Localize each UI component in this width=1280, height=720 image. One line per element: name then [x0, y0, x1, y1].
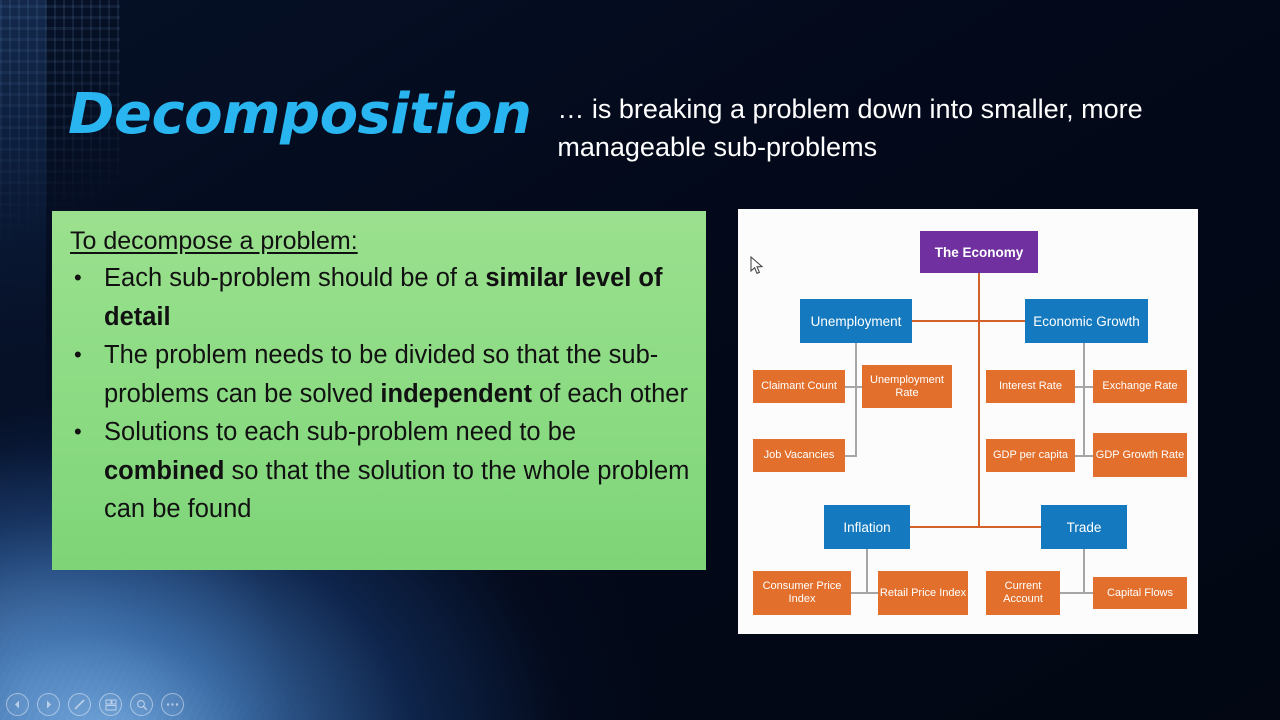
diagram-node-current-account: Current Account — [986, 571, 1060, 615]
diagram-node-consumer-price-index: Consumer Price Index — [753, 571, 851, 615]
connector-consumer-price-index — [851, 592, 868, 594]
connector-unemployment-stem — [855, 343, 857, 455]
diagram-node-label: Unemployment Rate — [870, 373, 944, 399]
content-panel: To decompose a problem: Each sub-problem… — [52, 211, 706, 570]
connector-current-account — [1060, 592, 1084, 594]
bullet-item: Each sub-problem should be of a similar … — [64, 259, 692, 336]
diagram-node-label: Unemployment — [810, 313, 902, 329]
diagram-node-interest-rate: Interest Rate — [986, 370, 1075, 403]
diagram-node-label: Interest Rate — [999, 380, 1062, 392]
bullet-item: The problem needs to be divided so that … — [64, 336, 692, 413]
diagram-node-capital-flows: Capital Flows — [1093, 577, 1187, 609]
connector-claimant-count — [845, 386, 862, 388]
presentation-slide: Decomposition … is breaking a problem do… — [0, 0, 1280, 720]
diagram-node-label: Current Account — [1003, 580, 1043, 605]
diagram-node-retail-price-index: Retail Price Index — [878, 571, 968, 615]
slideshow-control-bar[interactable] — [6, 693, 184, 716]
ellipsis-icon — [166, 702, 179, 707]
connector-growth-stem — [1083, 343, 1085, 455]
connector-upper-horizontal — [912, 320, 1025, 322]
connector-trade-stem — [1083, 549, 1085, 593]
connector-inflation-stem — [866, 549, 868, 593]
diagram-node-trade: Trade — [1041, 505, 1127, 549]
more-options-button[interactable] — [161, 693, 184, 716]
diagram-node-economy: The Economy — [920, 231, 1038, 273]
diagram-node-label: Inflation — [843, 519, 891, 535]
chevron-left-icon — [12, 699, 23, 710]
connector-retail-price-index — [868, 592, 878, 594]
connector-job-vacancies — [845, 455, 857, 457]
connector-lower-horizontal — [910, 526, 1041, 528]
page-subtitle: … is breaking a problem down into smalle… — [557, 94, 1143, 162]
diagram-node-inflation: Inflation — [824, 505, 910, 549]
grid-slides-icon — [105, 699, 117, 711]
diagram-node-gdp-per-capita: GDP per capita — [986, 439, 1075, 472]
pen-tool-button[interactable] — [68, 693, 91, 716]
diagram-node-label: Trade — [1066, 519, 1102, 535]
bullet-emphasis: combined — [104, 456, 225, 485]
bullet-emphasis: independent — [380, 379, 532, 408]
connector-gdp-per-capita — [1075, 455, 1093, 457]
bullet-item: Solutions to each sub-problem need to be… — [64, 413, 692, 529]
diagram-node-label: GDP Growth Rate — [1095, 448, 1185, 461]
diagram-node-label: Economic Growth — [1033, 313, 1140, 329]
diagram-node-label: Consumer Price Index — [762, 580, 842, 605]
content-heading: To decompose a problem: — [70, 227, 358, 255]
previous-slide-button[interactable] — [6, 693, 29, 716]
all-slides-button[interactable] — [99, 693, 122, 716]
bullet-text: of each other — [532, 379, 688, 408]
bullet-list: Each sub-problem should be of a similar … — [64, 259, 692, 529]
diagram-panel: The Economy Unemployment Economic Growth In… — [738, 209, 1198, 634]
diagram-node-label: GDP per capita — [992, 449, 1068, 461]
connector-interest-rate — [1075, 386, 1093, 388]
diagram-node-label: Job Vacancies — [763, 449, 835, 461]
pen-icon — [73, 698, 86, 711]
chevron-right-icon — [43, 699, 54, 710]
page-title: Decomposition — [68, 82, 532, 147]
diagram-node-label: Capital Flows — [1106, 586, 1174, 599]
diagram-node-exchange-rate: Exchange Rate — [1093, 370, 1187, 403]
diagram-node-label: Exchange Rate — [1102, 380, 1178, 392]
slide-header: Decomposition … is breaking a problem do… — [68, 84, 1208, 166]
diagram-node-unemployment: Unemployment — [800, 299, 912, 343]
bullet-text: Solutions to each sub-problem need to be — [104, 418, 577, 446]
diagram-node-job-vacancies: Job Vacancies — [753, 439, 845, 472]
diagram-node-label: The Economy — [934, 244, 1024, 260]
connector-root-vertical — [978, 273, 980, 527]
diagram-node-unemployment-rate: Unemployment Rate — [862, 365, 952, 408]
bullet-text: Each sub-problem should be of a — [104, 264, 486, 292]
diagram-node-claimant-count: Claimant Count — [753, 370, 845, 403]
diagram-node-label: Retail Price Index — [879, 586, 967, 599]
next-slide-button[interactable] — [37, 693, 60, 716]
diagram-node-gdp-growth-rate: GDP Growth Rate — [1093, 433, 1187, 477]
diagram-node-label: Claimant Count — [761, 380, 837, 392]
diagram-node-economic-growth: Economic Growth — [1025, 299, 1148, 343]
zoom-button[interactable] — [130, 693, 153, 716]
magnifier-icon — [136, 699, 148, 711]
